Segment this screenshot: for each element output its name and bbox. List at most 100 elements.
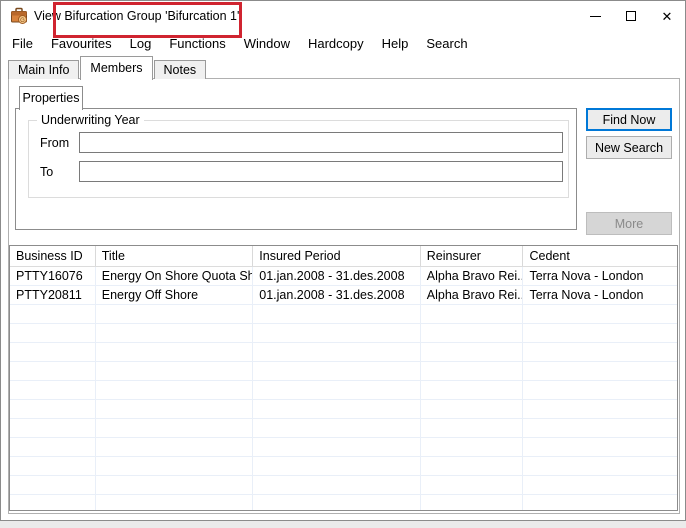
table-row-empty[interactable] <box>10 305 677 324</box>
table-cell: Alpha Bravo Rei... <box>421 267 524 285</box>
column-header-reinsurer[interactable]: Reinsurer <box>421 246 524 266</box>
table-cell <box>523 495 677 511</box>
table-row[interactable]: PTTY20811Energy Off Shore01.jan.2008 - 3… <box>10 286 677 305</box>
properties-panel: Underwriting Year From To <box>15 108 577 230</box>
table-row-empty[interactable] <box>10 419 677 438</box>
column-header-cedent[interactable]: Cedent <box>523 246 677 266</box>
table-cell <box>523 362 677 380</box>
table-cell <box>523 457 677 475</box>
column-header-insured-period[interactable]: Insured Period <box>253 246 421 266</box>
tab-strip: Main InfoMembersNotes <box>8 57 207 79</box>
table-cell: 01.jan.2008 - 31.des.2008 <box>253 267 421 285</box>
table-cell <box>523 343 677 361</box>
minimize-button[interactable] <box>577 1 613 31</box>
menu-bar: FileFavouritesLogFunctionsWindowHardcopy… <box>1 31 685 57</box>
table-cell <box>523 381 677 399</box>
table-cell: PTTY20811 <box>10 286 96 304</box>
table-row-empty[interactable] <box>10 362 677 381</box>
table-cell <box>96 381 254 399</box>
table-cell <box>96 362 254 380</box>
menu-item-hardcopy[interactable]: Hardcopy <box>299 31 373 57</box>
menu-item-window[interactable]: Window <box>235 31 299 57</box>
table-cell <box>421 305 524 323</box>
table-cell <box>253 438 421 456</box>
table-row-empty[interactable] <box>10 495 677 511</box>
table-cell <box>10 438 96 456</box>
table-row-empty[interactable] <box>10 324 677 343</box>
table-cell: Terra Nova - London <box>523 267 677 285</box>
table-cell <box>523 476 677 494</box>
table-cell <box>253 381 421 399</box>
table-cell <box>253 324 421 342</box>
to-label: To <box>40 165 53 179</box>
new-search-button[interactable]: New Search <box>586 136 672 159</box>
table-row-empty[interactable] <box>10 343 677 362</box>
from-label: From <box>40 136 69 150</box>
underwriting-year-label: Underwriting Year <box>37 113 144 127</box>
table-cell <box>10 419 96 437</box>
table-cell <box>421 495 524 511</box>
table-cell <box>253 400 421 418</box>
table-row-empty[interactable] <box>10 457 677 476</box>
find-now-button[interactable]: Find Now <box>586 108 672 131</box>
underwriting-year-groupbox: Underwriting Year From To <box>28 120 569 198</box>
table-row-empty[interactable] <box>10 381 677 400</box>
table-cell <box>96 438 254 456</box>
table-cell <box>10 476 96 494</box>
table-row-empty[interactable] <box>10 400 677 419</box>
menu-item-help[interactable]: Help <box>373 31 418 57</box>
more-button[interactable]: More <box>586 212 672 235</box>
table-cell <box>96 305 254 323</box>
tab-members[interactable]: Members <box>80 56 152 80</box>
tab-main-info[interactable]: Main Info <box>8 60 79 79</box>
table-body: PTTY16076Energy On Shore Quota Share01.j… <box>10 267 677 511</box>
members-tab-page: Properties Underwriting Year From To Fin… <box>8 78 680 514</box>
column-header-title[interactable]: Title <box>96 246 254 266</box>
from-input[interactable] <box>79 132 563 153</box>
table-cell: Energy On Shore Quota Share <box>96 267 254 285</box>
table-cell <box>10 495 96 511</box>
table-cell <box>253 476 421 494</box>
table-cell <box>96 457 254 475</box>
table-cell <box>10 305 96 323</box>
close-button[interactable]: ✕ <box>649 1 685 31</box>
table-cell <box>253 305 421 323</box>
table-header: Business IDTitleInsured PeriodReinsurerC… <box>10 246 677 267</box>
table-cell: PTTY16076 <box>10 267 96 285</box>
table-cell <box>10 400 96 418</box>
table-cell <box>96 324 254 342</box>
menu-item-favourites[interactable]: Favourites <box>42 31 121 57</box>
table-row-empty[interactable] <box>10 476 677 495</box>
table-row-empty[interactable] <box>10 438 677 457</box>
menu-item-functions[interactable]: Functions <box>160 31 234 57</box>
tab-notes[interactable]: Notes <box>154 60 207 79</box>
table-cell <box>253 495 421 511</box>
table-cell <box>421 400 524 418</box>
table-cell <box>253 419 421 437</box>
app-window: G View Bifurcation Group 'Bifurcation 1'… <box>0 0 686 521</box>
table-cell <box>523 438 677 456</box>
table-row[interactable]: PTTY16076Energy On Shore Quota Share01.j… <box>10 267 677 286</box>
table-cell <box>421 381 524 399</box>
table-cell <box>421 476 524 494</box>
briefcase-icon: G <box>10 7 28 25</box>
table-cell <box>96 495 254 511</box>
table-cell <box>96 476 254 494</box>
tab-properties[interactable]: Properties <box>19 86 83 110</box>
minimize-icon <box>590 16 601 17</box>
column-header-business-id[interactable]: Business ID <box>10 246 96 266</box>
to-input[interactable] <box>79 161 563 182</box>
menu-item-search[interactable]: Search <box>417 31 476 57</box>
table-cell <box>96 343 254 361</box>
menu-item-log[interactable]: Log <box>121 31 161 57</box>
table-cell: Terra Nova - London <box>523 286 677 304</box>
table-cell <box>253 457 421 475</box>
table-cell <box>10 343 96 361</box>
menu-item-file[interactable]: File <box>3 31 42 57</box>
table-cell <box>10 457 96 475</box>
table-cell <box>421 343 524 361</box>
maximize-button[interactable] <box>613 1 649 31</box>
table-cell <box>10 324 96 342</box>
table-cell <box>523 305 677 323</box>
results-table: Business IDTitleInsured PeriodReinsurerC… <box>9 245 678 511</box>
